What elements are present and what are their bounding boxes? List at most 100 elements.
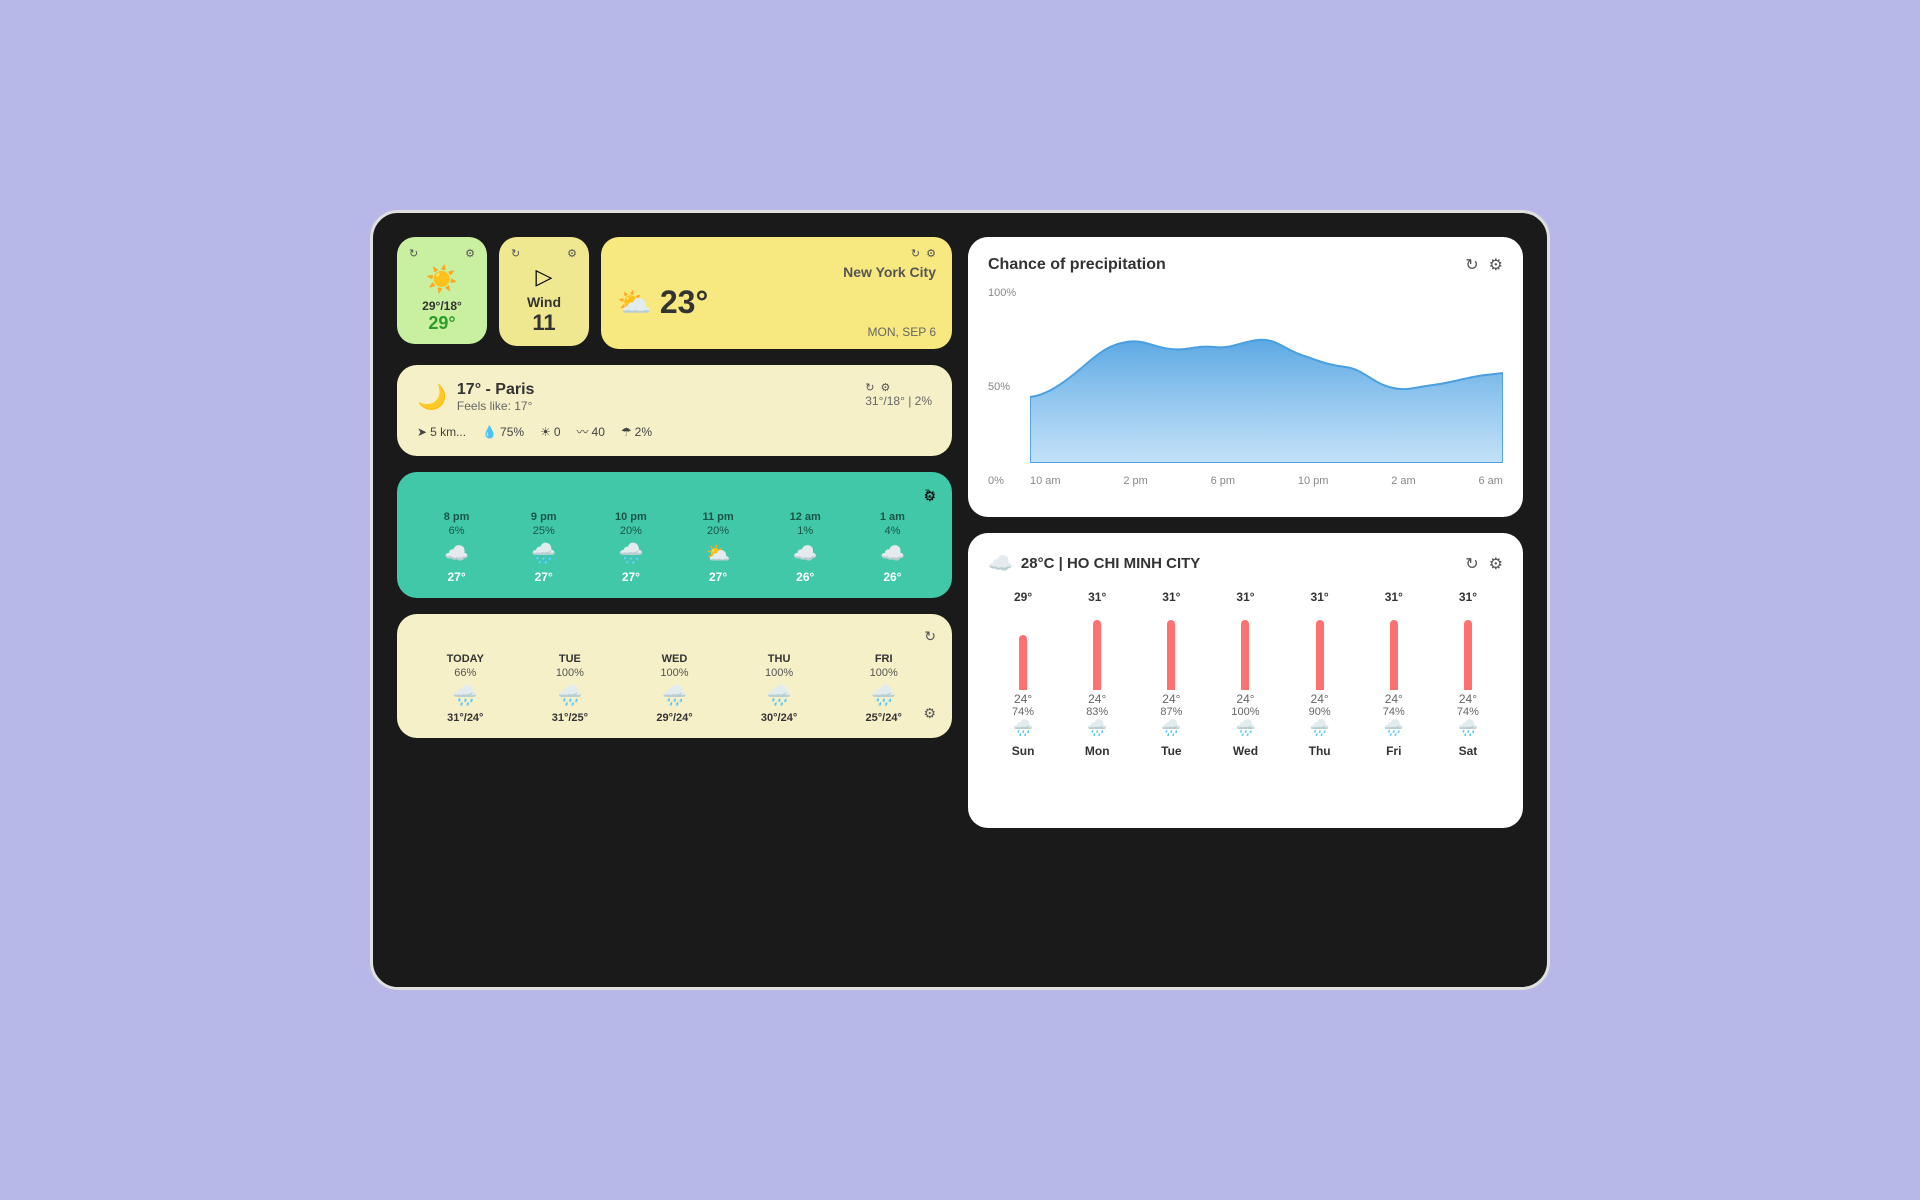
hcm-humidity: 74% <box>1359 706 1429 718</box>
hourly-hour: 12 am <box>762 511 849 523</box>
hourly-pct: 4% <box>849 525 936 537</box>
widget2-settings-icon[interactable]: ⚙ <box>567 247 577 260</box>
hcm-humidity: 87% <box>1136 706 1206 718</box>
hcm-high-temp: 29° <box>988 590 1058 604</box>
hcm-low-temp: 24° <box>1433 692 1503 706</box>
x-label-5: 6 am <box>1478 475 1502 487</box>
nyc-date: MON, SEP 6 <box>617 325 936 339</box>
nyc-refresh-icon[interactable]: ↻ <box>911 247 920 260</box>
weekly-day: TODAY <box>413 653 518 665</box>
precipitation-widget: Chance of precipitation ↻ ⚙ 100% 50% 0% <box>968 237 1523 517</box>
widget1-content: ☀️ 29°/18° 29° <box>409 264 475 334</box>
hcm-day-0: 29° 24° 74% 🌧️ Sun <box>988 590 1058 758</box>
precip-settings-icon[interactable]: ⚙ <box>1489 255 1503 275</box>
hcm-humidity: 90% <box>1285 706 1355 718</box>
hcm-rain-icon: 🌧️ <box>1285 718 1355 738</box>
hourly-pct: 6% <box>413 525 500 537</box>
hcm-rain-icon: 🌧️ <box>1210 718 1280 738</box>
paris-refresh-icon[interactable]: ↻ <box>865 381 874 394</box>
weekly-temp: 29°/24° <box>622 712 727 724</box>
paris-cloud-icon: 〰 <box>577 423 589 440</box>
paris-right: ↻ ⚙ 31°/18° | 2% <box>865 381 932 408</box>
hourly-col-3: 11 pm 20% ⛅ 27° <box>674 511 761 584</box>
paris-title: 17° - Paris <box>457 381 535 399</box>
hourly-col-1: 9 pm 25% 🌧️ 27° <box>500 511 587 584</box>
hourly-hour: 8 pm <box>413 511 500 523</box>
hcm-humidity: 83% <box>1062 706 1132 718</box>
hcm-widget: ☁️ 28°C | HO CHI MINH CITY ↻ ⚙ 29° 24° 7… <box>968 533 1523 828</box>
widget1-refresh-icon[interactable]: ↻ <box>409 247 418 260</box>
hcm-low-temp: 24° <box>1062 692 1132 706</box>
hcm-bar <box>1241 620 1249 690</box>
weekly-settings-icon[interactable]: ⚙ <box>923 705 936 722</box>
hourly-temp: 26° <box>849 570 936 584</box>
weekly-pct: 100% <box>727 667 832 679</box>
paris-rain-icon: ☂ <box>621 425 632 439</box>
left-column: ↻ ⚙ ☀️ 29°/18° 29° ↻ ⚙ ▷ Wind 11 <box>397 237 952 828</box>
precip-title: Chance of precipitation <box>988 256 1166 274</box>
weekly-pct: 100% <box>518 667 623 679</box>
x-label-2: 6 pm <box>1211 475 1235 487</box>
weekly-day: FRI <box>831 653 936 665</box>
hourly-weather-icon: ☁️ <box>762 541 849 566</box>
hcm-day-name: Thu <box>1285 744 1355 758</box>
hcm-bar-container <box>1136 610 1206 690</box>
nyc-weather-icon: ⛅ <box>617 286 652 319</box>
paris-cloud-stat: 〰 40 <box>577 423 605 440</box>
hcm-title: 28°C | HO CHI MINH CITY <box>1021 555 1200 572</box>
paris-settings-icon[interactable]: ⚙ <box>880 381 890 394</box>
paris-high-low: 31°/18° | 2% <box>865 394 932 408</box>
paris-humidity-stat: 💧 75% <box>482 425 524 439</box>
hcm-bar-container <box>1433 610 1503 690</box>
hcm-humidity: 74% <box>1433 706 1503 718</box>
hcm-bar-container <box>1062 610 1132 690</box>
weekly-pct: 66% <box>413 667 518 679</box>
hcm-high-temp: 31° <box>1285 590 1355 604</box>
hourly-pct: 20% <box>674 525 761 537</box>
hcm-humidity: 100% <box>1210 706 1280 718</box>
weekly-weather-icon: 🌧️ <box>727 683 832 708</box>
hcm-bar-container <box>988 610 1058 690</box>
hourly-hour: 10 pm <box>587 511 674 523</box>
hourly-pct: 20% <box>587 525 674 537</box>
sun-icon: ☀️ <box>409 264 475 295</box>
hcm-bar <box>1167 620 1175 690</box>
hourly-hour: 11 pm <box>674 511 761 523</box>
hcm-low-temp: 24° <box>1285 692 1355 706</box>
precip-header: Chance of precipitation ↻ ⚙ <box>988 255 1503 275</box>
hcm-day-1: 31° 24° 83% 🌧️ Mon <box>1062 590 1132 758</box>
x-label-3: 10 pm <box>1298 475 1329 487</box>
hcm-high-temp: 31° <box>1062 590 1132 604</box>
x-axis-labels: 10 am2 pm6 pm10 pm2 am6 am <box>1030 475 1503 487</box>
weekly-weather-icon: 🌧️ <box>831 683 936 708</box>
nyc-temp: 23° <box>660 284 708 321</box>
weekly-col-1: TUE 100% 🌧️ 31°/25° <box>518 653 623 724</box>
hcm-day-name: Sat <box>1433 744 1503 758</box>
nyc-settings-icon[interactable]: ⚙ <box>926 247 936 260</box>
paris-feels-like: Feels like: 17° <box>457 399 535 413</box>
hcm-rain-icon: 🌧️ <box>1433 718 1503 738</box>
hourly-header: ↻ <box>413 486 936 503</box>
hcm-settings-icon[interactable]: ⚙ <box>1489 554 1503 574</box>
widget1-settings-icon[interactable]: ⚙ <box>465 247 475 260</box>
hcm-day-2: 31° 24° 87% 🌧️ Tue <box>1136 590 1206 758</box>
nyc-widget: ↻ ⚙ New York City ⛅ 23° MON, SEP 6 <box>601 237 952 349</box>
hcm-day-name: Mon <box>1062 744 1132 758</box>
hcm-day-5: 31° 24° 74% 🌧️ Fri <box>1359 590 1429 758</box>
weekly-refresh-icon[interactable]: ↻ <box>924 628 936 645</box>
hcm-refresh-icon[interactable]: ↻ <box>1465 554 1478 574</box>
hcm-bar-container <box>1359 610 1429 690</box>
weekly-col-3: THU 100% 🌧️ 30°/24° <box>727 653 832 724</box>
precip-refresh-icon[interactable]: ↻ <box>1465 255 1478 275</box>
weekly-header: ↻ <box>413 628 936 645</box>
paris-info: 17° - Paris Feels like: 17° <box>457 381 535 413</box>
hourly-settings-icon[interactable]: ⚙ <box>923 488 936 505</box>
hourly-temp: 27° <box>587 570 674 584</box>
paris-humidity-icon: 💧 <box>482 425 497 439</box>
widget2-refresh-icon[interactable]: ↻ <box>511 247 520 260</box>
hourly-pct: 1% <box>762 525 849 537</box>
wind-value: 11 <box>511 310 577 336</box>
hourly-temp: 27° <box>413 570 500 584</box>
nyc-city-label: New York City <box>617 264 936 280</box>
wind-label: Wind <box>511 294 577 310</box>
